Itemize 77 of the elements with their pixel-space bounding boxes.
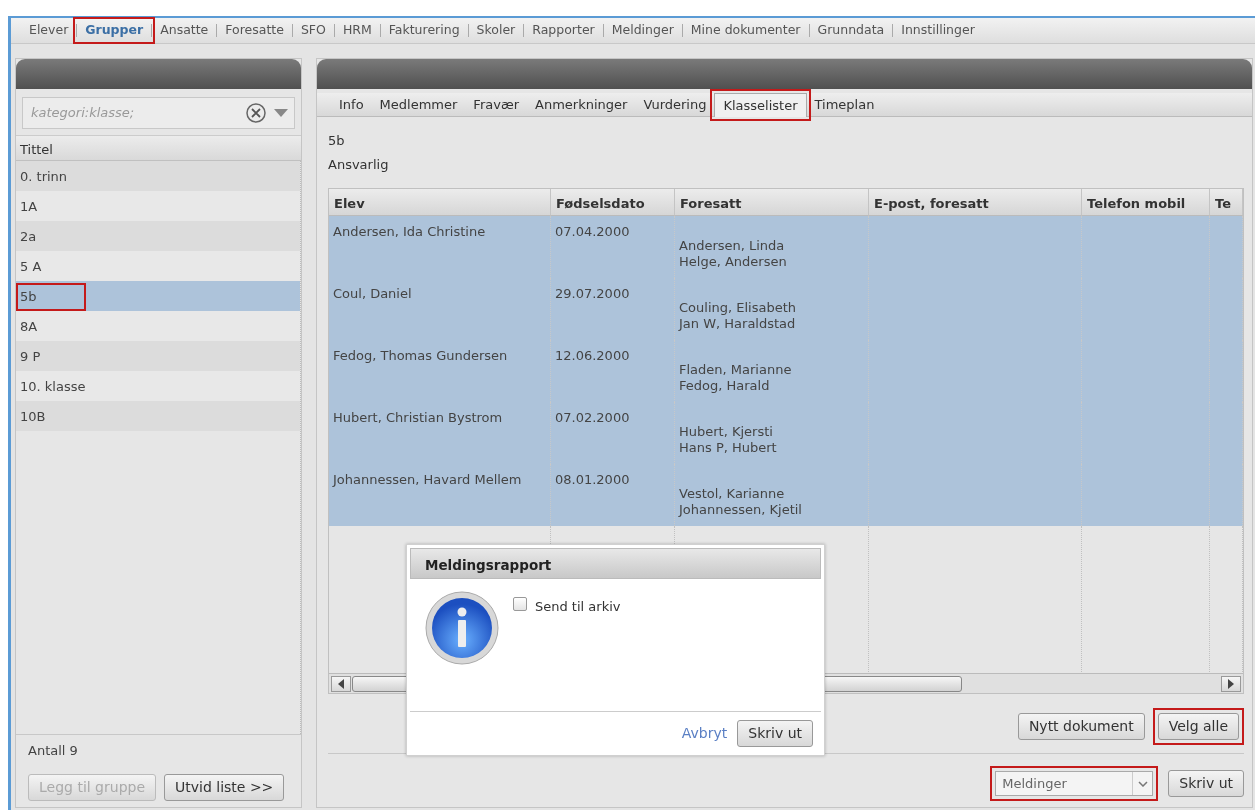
guardian-name: Fladen, Marianne (679, 362, 793, 379)
scroll-right-icon[interactable] (1227, 678, 1235, 689)
tab[interactable]: Fravær (465, 92, 527, 117)
column-header[interactable]: Tittel (16, 135, 301, 161)
table-cell: 07.04.2000 (551, 216, 675, 279)
nav-item[interactable]: HRM (334, 21, 380, 40)
tab[interactable]: Medlemmer (371, 92, 466, 117)
nav-item[interactable]: Mine dokumenter (682, 21, 809, 40)
chevron-down-icon (1137, 780, 1148, 787)
group-name: 5b (328, 132, 346, 151)
column-header[interactable]: Elev (329, 189, 551, 217)
nav-item[interactable]: SFO (292, 21, 334, 40)
guardian-name: Andersen, Linda (679, 238, 786, 255)
dropdown-caret-icon[interactable] (274, 109, 288, 117)
tab[interactable]: Vurdering (635, 92, 715, 117)
group-name: 10. klasse (20, 379, 86, 394)
nav-item[interactable]: Meldinger (603, 21, 682, 40)
table-cell: Johannessen, Havard Mellem (329, 464, 551, 527)
guardian-name: Jan W, Haraldstad (679, 316, 797, 333)
checkbox[interactable] (513, 597, 527, 611)
nav-item[interactable]: Foresatte (217, 21, 292, 40)
report-dropdown[interactable]: Meldinger (995, 771, 1154, 796)
nav-item[interactable]: Elever (21, 21, 77, 40)
column-header[interactable]: E-post, foresatt (869, 189, 1082, 217)
group-button[interactable]: Utvid liste >> (164, 774, 285, 801)
group-name: 9 P (20, 349, 41, 364)
guardian-name: Vestol, Karianne (679, 486, 786, 503)
group-row[interactable]: 0. trinn (16, 161, 300, 191)
dialog-title: Meldingsrapport (410, 548, 821, 579)
group-name: 0. trinn (20, 169, 68, 184)
guardian-name: Johannessen, Kjetil (679, 502, 803, 519)
table-cell: Fedog, Thomas Gundersen (329, 340, 551, 403)
clear-icon[interactable] (246, 103, 266, 123)
nav-item[interactable]: Skoler (468, 21, 524, 40)
tab[interactable]: Info (331, 92, 372, 117)
cancel-link[interactable]: Avbryt (681, 723, 728, 744)
nav-item[interactable]: Ansatte (152, 21, 217, 40)
group-row[interactable]: 2a (16, 221, 300, 251)
tab[interactable]: Anmerkninger (527, 92, 636, 117)
nav-item[interactable]: Grunndata (809, 21, 893, 40)
group-name: 8A (20, 319, 38, 334)
table-cell: Coul, Daniel (329, 278, 551, 341)
action-button[interactable]: Velg alle (1157, 713, 1239, 740)
guardian-name: Hubert, Kjersti (679, 424, 774, 441)
table-cell: Andersen, Ida Christine (329, 216, 551, 279)
table-cell: Hubert, Christian Bystrom (329, 402, 551, 465)
column-header[interactable]: Fødselsdato (551, 189, 675, 217)
table-cell: 29.07.2000 (551, 278, 675, 341)
table-cell: 12.06.2000 (551, 340, 675, 403)
column-header[interactable]: Te (1210, 189, 1243, 217)
guardian-name: Fedog, Harald (679, 378, 771, 395)
print-button[interactable]: Skriv ut (737, 720, 813, 747)
guardian-name: Couling, Elisabeth (679, 300, 797, 317)
responsible-label: Ansvarlig (328, 155, 390, 174)
nav-item[interactable]: Innstillinger (893, 21, 983, 40)
group-name: 10B (20, 409, 46, 424)
guardian-name: Hans P, Hubert (679, 440, 778, 457)
table-cell: 07.02.2000 (551, 402, 675, 465)
guardian-name: Helge, Andersen (679, 254, 788, 271)
group-row[interactable]: 5b (16, 281, 300, 311)
table-cell: 08.01.2000 (551, 464, 675, 527)
group-name: 1A (20, 199, 38, 214)
checkbox-label: Send til arkiv (535, 598, 621, 616)
column-header[interactable]: Foresatt (675, 189, 869, 217)
print-button[interactable]: Skriv ut (1168, 770, 1244, 797)
tab[interactable]: Timeplan (806, 92, 883, 117)
scroll-left-icon[interactable] (337, 678, 345, 689)
item-count: Antall 9 (28, 741, 79, 760)
column-header[interactable]: Telefon mobil (1082, 189, 1210, 217)
nav-item[interactable]: Fakturering (380, 21, 468, 40)
group-row[interactable]: 9 P (16, 341, 300, 371)
info-icon (425, 591, 499, 665)
action-button[interactable]: Nytt dokument (1017, 713, 1145, 740)
group-name: 2a (20, 229, 37, 244)
nav-item[interactable]: Rapporter (524, 21, 603, 40)
group-row[interactable]: 10B (16, 401, 300, 431)
group-name: 5 A (20, 259, 42, 274)
